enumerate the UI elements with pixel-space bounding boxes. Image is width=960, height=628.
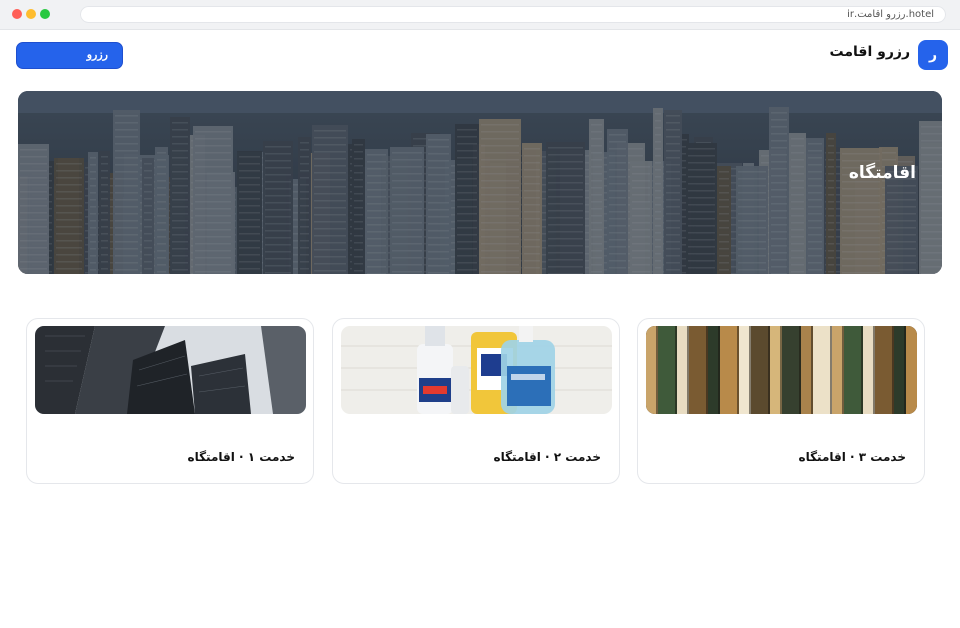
card-title: خدمت ۲ · اقامتگاه [493, 450, 601, 464]
address-bar[interactable]: hotel.رزرو اقامت.ir [80, 6, 946, 23]
close-window-button[interactable] [12, 9, 22, 19]
card-image-clothes [646, 326, 917, 414]
minimize-window-button[interactable] [26, 9, 36, 19]
card-title: خدمت ۱ · اقامتگاه [187, 450, 295, 464]
logo-badge[interactable]: ر [918, 40, 948, 70]
hero-banner: اقامتگاه [18, 91, 942, 274]
service-card[interactable]: خدمت ۱ · اقامتگاه [26, 318, 314, 484]
card-image-skyscrapers [35, 326, 306, 414]
site-header: ر رزرو اقامت رزرو [0, 30, 960, 82]
service-card[interactable]: خدمت ۳ · اقامتگاه [637, 318, 925, 484]
card-image-cleaning-products [341, 326, 612, 414]
brand-name[interactable]: رزرو اقامت [830, 44, 910, 60]
hero-title: اقامتگاه [848, 163, 916, 183]
hero-city-image [18, 91, 942, 274]
maximize-window-button[interactable] [40, 9, 50, 19]
card-title: خدمت ۳ · اقامتگاه [798, 450, 906, 464]
service-card[interactable]: خدمت ۲ · اقامتگاه [332, 318, 620, 484]
reserve-button[interactable]: رزرو [16, 42, 123, 69]
browser-chrome: hotel.رزرو اقامت.ir [0, 0, 960, 30]
